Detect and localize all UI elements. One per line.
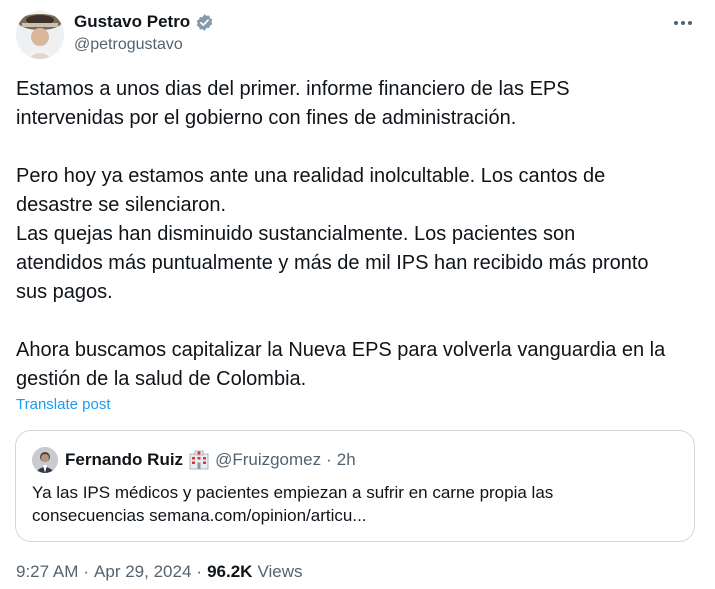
quoted-post-header: Fernando Ruiz @Fruizgomez · 2h [65, 450, 356, 470]
post-line: sus pagos. [16, 281, 113, 303]
author-avatar[interactable] [16, 11, 64, 59]
author-handle[interactable]: @petrogustavo [74, 36, 183, 54]
author-name-row: Gustavo Petro [74, 12, 214, 32]
hospital-building-icon [188, 450, 210, 470]
more-dots-icon [674, 21, 692, 25]
quoted-post-time: 2h [336, 450, 356, 469]
post-line: desastre se silenciaron. [16, 194, 227, 216]
translate-post-link[interactable]: Translate post [16, 396, 111, 413]
quoted-author-name: Fernando Ruiz [65, 450, 184, 469]
post-line: atendidos más puntualmente y más de mil … [16, 252, 649, 274]
quoted-author-avatar [32, 447, 58, 473]
post-time[interactable]: 9:27 AM [16, 562, 78, 582]
post-text: Estamos a unos dias del primer. informe … [16, 75, 701, 394]
separator-dot: · [83, 562, 90, 581]
post-meta-row: 9:27 AM · Apr 29, 2024 · 96.2K Views [16, 562, 303, 582]
quoted-post-card[interactable]: Fernando Ruiz @Fruizgomez · 2h Ya las IP… [15, 430, 695, 542]
separator-dot: · [196, 562, 203, 581]
post-line: intervenidas por el gobierno con fines d… [16, 107, 517, 129]
quoted-post-line: consecuencias semana.com/opinion/articu.… [32, 506, 367, 525]
post-line: Ahora buscamos capitalizar la Nueva EPS … [16, 339, 666, 361]
post-line: Pero hoy ya estamos ante una realidad in… [16, 165, 606, 187]
post-date[interactable]: Apr 29, 2024 [94, 562, 191, 582]
quoted-post-line: Ya las IPS médicos y pacientes empiezan … [32, 483, 554, 502]
separator-dot: · [326, 450, 332, 469]
quoted-author-handle: @Fruizgomez [215, 450, 322, 469]
post-line: Las quejas han disminuido sustancialment… [16, 223, 576, 245]
author-display-name[interactable]: Gustavo Petro [74, 12, 190, 32]
views-count: 96.2K [207, 562, 253, 581]
quoted-post-text: Ya las IPS médicos y pacientes empiezan … [32, 481, 682, 527]
verified-badge-icon[interactable] [195, 13, 214, 32]
views-label: Views [257, 562, 303, 581]
post-line: Estamos a unos dias del primer. informe … [16, 78, 570, 100]
post-line: gestión de la salud de Colombia. [16, 368, 307, 390]
more-options-button[interactable] [666, 10, 700, 36]
